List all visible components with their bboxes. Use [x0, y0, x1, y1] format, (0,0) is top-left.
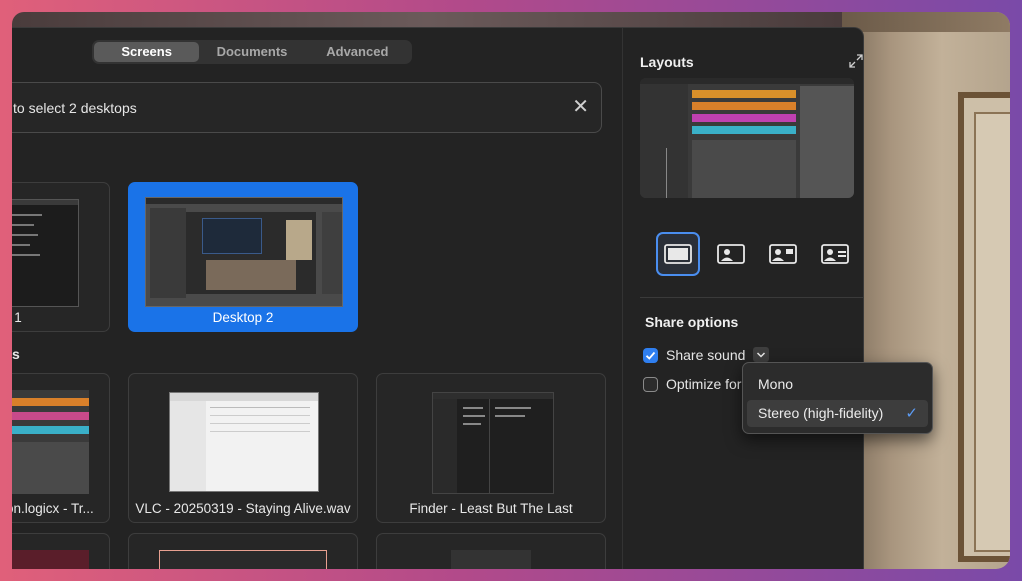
share-sound-label: Share sound [666, 347, 746, 363]
layout-person-card[interactable] [813, 232, 857, 276]
menu-item-mono[interactable]: Mono [747, 371, 928, 398]
window-card-partial-2[interactable] [128, 533, 358, 569]
desktop-2-thumbnail [145, 197, 343, 307]
window-card-partial-1[interactable] [12, 533, 110, 569]
tab-documents[interactable]: Documents [199, 42, 304, 62]
desktop-card-1[interactable]: p 1 [12, 182, 110, 332]
finder-window-label: Finder - Least But The Last [409, 501, 573, 516]
tab-screens[interactable]: Screens [94, 42, 200, 62]
share-screen-window: Screens Documents Advanced to select 2 d… [12, 27, 864, 569]
partial-2-thumbnail [159, 550, 327, 569]
sound-mode-menu: Mono Stereo (high-fidelity) ✓ [742, 362, 933, 434]
share-options-title: Share options [645, 314, 739, 330]
optimize-label: Optimize for [666, 376, 742, 392]
background-photo [840, 12, 1010, 569]
optimize-checkbox[interactable] [643, 377, 658, 392]
desktop-card-2[interactable]: Desktop 2 [128, 182, 358, 332]
window-card-logic[interactable]: ion.logicx - Tr... [12, 373, 110, 523]
window-card-partial-3[interactable] [376, 533, 606, 569]
info-banner: to select 2 desktops ✕ [12, 82, 602, 133]
background-top-band [12, 12, 842, 28]
screen-only-icon [664, 244, 692, 264]
partial-3-thumbnail [451, 550, 531, 569]
finder-thumbnail [432, 392, 554, 494]
side-by-side-icon [769, 244, 797, 264]
window-card-finder[interactable]: Finder - Least But The Last [376, 373, 606, 523]
expand-icon[interactable] [849, 54, 863, 68]
menu-item-mono-label: Mono [758, 376, 794, 392]
sound-mode-dropdown-button[interactable] [753, 347, 769, 362]
window-card-vlc[interactable]: VLC - 20250319 - Staying Alive.wav [128, 373, 358, 523]
checkmark-icon: ✓ [905, 405, 918, 422]
picture-frame [958, 92, 1010, 562]
desktop-1-label: p 1 [12, 310, 22, 325]
tab-advanced[interactable]: Advanced [305, 42, 410, 62]
menu-item-stereo[interactable]: Stereo (high-fidelity) ✓ [747, 400, 928, 427]
vlc-thumbnail [169, 392, 319, 492]
windows-section-label: s [12, 346, 20, 362]
vlc-window-label: VLC - 20250319 - Staying Alive.wav [135, 501, 351, 516]
desktop-1-thumbnail [12, 199, 79, 307]
layouts-title: Layouts [640, 54, 694, 70]
source-tab-bar: Screens Documents Advanced [92, 40, 412, 64]
layout-side-by-side[interactable] [761, 232, 805, 276]
info-banner-text: to select 2 desktops [13, 100, 137, 116]
checkmark-icon [645, 351, 656, 360]
share-settings-pane: Layouts Share options Share sound Optimi… [622, 28, 863, 569]
layout-screen-with-person[interactable] [709, 232, 753, 276]
layout-screen-only[interactable] [656, 232, 700, 276]
section-divider [640, 297, 863, 298]
logic-window-label: ion.logicx - Tr... [12, 501, 94, 516]
picture-frame-inner [974, 112, 1010, 552]
photo-top-strip [840, 12, 1010, 32]
share-sources-pane: Screens Documents Advanced to select 2 d… [12, 28, 622, 569]
layout-preview [640, 78, 854, 198]
close-icon[interactable]: ✕ [572, 97, 589, 117]
menu-item-stereo-label: Stereo (high-fidelity) [758, 405, 884, 421]
logic-thumbnail [12, 390, 89, 494]
person-card-icon [821, 244, 849, 264]
desktop-2-label: Desktop 2 [212, 310, 274, 325]
share-sound-checkbox[interactable] [643, 348, 658, 363]
chevron-down-icon [756, 351, 766, 358]
person-on-screen-icon [717, 244, 745, 264]
partial-1-thumbnail [12, 550, 89, 569]
